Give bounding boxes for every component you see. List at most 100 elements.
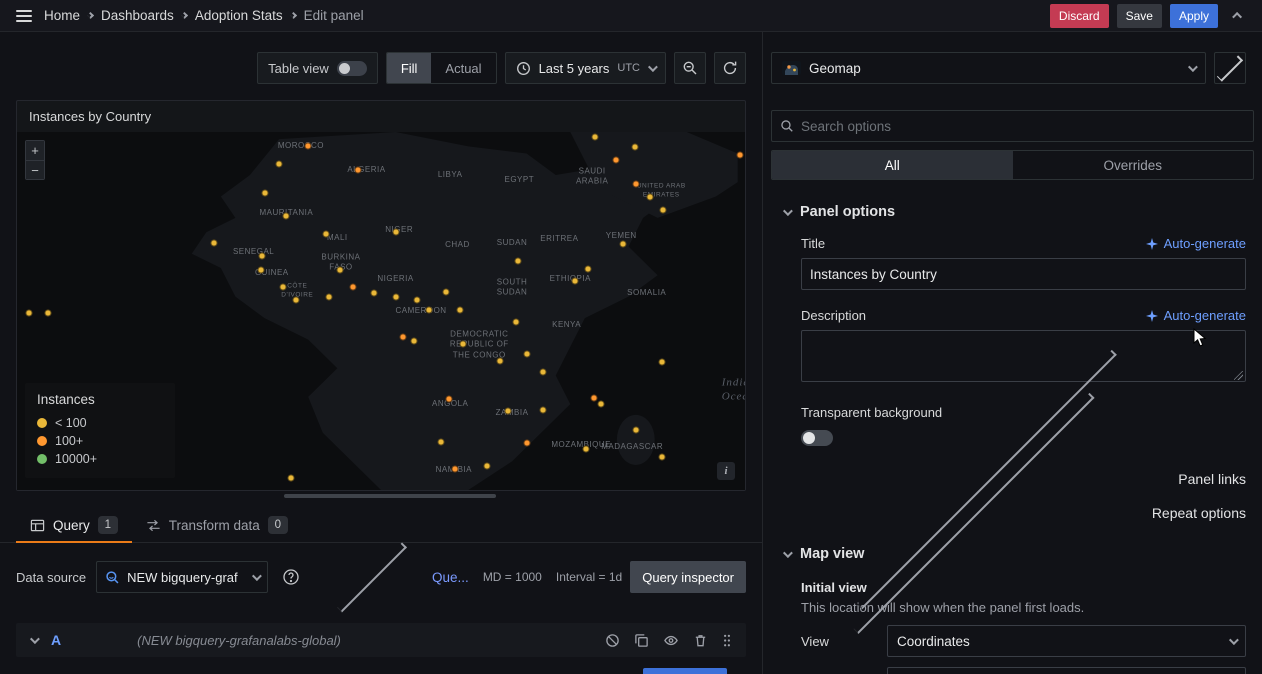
map-marker bbox=[392, 294, 399, 301]
map-marker bbox=[426, 306, 433, 313]
legend-swatch bbox=[37, 436, 47, 446]
latitude-input[interactable] bbox=[887, 667, 1246, 674]
map-marker bbox=[504, 407, 511, 414]
panel-title-input[interactable] bbox=[801, 258, 1246, 290]
zoom-out-time-button[interactable] bbox=[674, 52, 706, 84]
map-marker bbox=[539, 407, 546, 414]
map-view-header[interactable]: Map view bbox=[763, 540, 1262, 568]
breadcrumb-separator-icon bbox=[87, 12, 94, 19]
editor-tabs: Query 1 Transform data 0 bbox=[0, 508, 762, 543]
map-marker bbox=[456, 306, 463, 313]
horizontal-scrollbar bbox=[16, 494, 746, 498]
fill-button[interactable]: Fill bbox=[387, 53, 432, 83]
discard-button[interactable]: Discard bbox=[1050, 4, 1109, 28]
options-search-input[interactable] bbox=[801, 119, 1245, 134]
table-view-switch[interactable] bbox=[337, 61, 367, 76]
map-marker bbox=[25, 310, 32, 317]
breadcrumb-dashboard-name[interactable]: Adoption Stats bbox=[195, 8, 283, 23]
tab-all[interactable]: All bbox=[772, 151, 1013, 179]
datasource-picker[interactable]: NEW bigquery-graf bbox=[96, 561, 268, 593]
view-select-value: Coordinates bbox=[897, 634, 1221, 649]
query-options-collapse[interactable]: Que... MD = 1000 Interval = 1d bbox=[314, 570, 622, 585]
drag-handle-icon[interactable] bbox=[722, 633, 732, 648]
datasource-label: Data source bbox=[16, 570, 86, 585]
duplicate-query-icon[interactable] bbox=[634, 633, 649, 648]
view-select[interactable]: Coordinates bbox=[887, 625, 1246, 657]
menu-icon[interactable] bbox=[16, 10, 32, 22]
map-marker bbox=[484, 463, 491, 470]
max-data-points: MD = 1000 bbox=[483, 570, 542, 584]
tab-overrides[interactable]: Overrides bbox=[1013, 151, 1254, 179]
map-marker bbox=[399, 334, 406, 341]
query-ref-id[interactable]: A bbox=[51, 632, 61, 648]
legend-item: 100+ bbox=[37, 432, 163, 450]
table-view-label: Table view bbox=[268, 61, 329, 76]
map-marker bbox=[540, 368, 547, 375]
map-marker bbox=[261, 189, 268, 196]
legend-label: 100+ bbox=[55, 434, 83, 448]
map-marker bbox=[523, 350, 530, 357]
refresh-button[interactable] bbox=[714, 52, 746, 84]
map-attribution-info-button[interactable]: i bbox=[717, 462, 735, 480]
collapse-options-pane-button[interactable] bbox=[1214, 52, 1246, 84]
map-marker bbox=[513, 319, 520, 326]
chevron-right-icon bbox=[1217, 55, 1243, 81]
time-range-picker[interactable]: Last 5 years UTC bbox=[505, 52, 666, 84]
hide-response-icon[interactable] bbox=[663, 633, 679, 648]
run-query-button-partial[interactable] bbox=[643, 668, 727, 674]
map-zoom-out-button[interactable]: − bbox=[26, 160, 44, 179]
map-marker bbox=[323, 231, 330, 238]
search-icon bbox=[780, 119, 794, 133]
map-marker bbox=[258, 252, 265, 259]
title-auto-generate-link[interactable]: Auto-generate bbox=[1146, 236, 1246, 251]
map-marker bbox=[292, 296, 299, 303]
delete-query-icon[interactable] bbox=[693, 633, 708, 648]
map-marker bbox=[257, 266, 264, 273]
query-inspector-button[interactable]: Query inspector bbox=[630, 561, 746, 593]
map-zoom-in-button[interactable]: + bbox=[26, 141, 44, 160]
disable-query-icon[interactable] bbox=[605, 633, 620, 648]
breadcrumb: Home Dashboards Adoption Stats Edit pane… bbox=[44, 8, 364, 23]
query-row-actions bbox=[605, 633, 732, 648]
map-marker bbox=[392, 228, 399, 235]
description-auto-generate-link[interactable]: Auto-generate bbox=[1146, 308, 1246, 323]
repeat-options-collapse[interactable]: Repeat options bbox=[801, 496, 1246, 530]
collapse-query-icon[interactable] bbox=[30, 634, 40, 644]
map-marker bbox=[442, 289, 449, 296]
map-marker bbox=[523, 440, 530, 447]
map-marker bbox=[496, 358, 503, 365]
visualization-select[interactable]: Geomap bbox=[771, 52, 1206, 84]
scrollbar-thumb[interactable] bbox=[284, 494, 496, 498]
panel-description-textarea[interactable] bbox=[801, 330, 1246, 382]
datasource-help-button[interactable] bbox=[276, 562, 306, 592]
view-label: View bbox=[801, 634, 887, 649]
section-map-view: Map view Initial view This location will… bbox=[763, 540, 1262, 674]
legend-label: 10000+ bbox=[55, 452, 97, 466]
geomap-canvas[interactable]: MOROCCOALGERIALIBYAEGYPTSAUDI ARABIAUNIT… bbox=[17, 132, 745, 490]
apply-button[interactable]: Apply bbox=[1170, 4, 1218, 28]
tab-query[interactable]: Query 1 bbox=[16, 508, 132, 542]
map-marker bbox=[336, 267, 343, 274]
transparent-background-toggle[interactable] bbox=[801, 430, 833, 446]
interval: Interval = 1d bbox=[556, 570, 622, 584]
map-marker bbox=[279, 284, 286, 291]
description-label: Description bbox=[801, 308, 866, 323]
tab-transform-label: Transform data bbox=[169, 518, 260, 533]
tab-transform-data[interactable]: Transform data 0 bbox=[132, 508, 302, 542]
map-marker bbox=[414, 296, 421, 303]
save-button[interactable]: Save bbox=[1117, 4, 1162, 28]
collapse-nav-icon[interactable] bbox=[1226, 4, 1250, 28]
query-toolbar: Data source NEW bigquery-graf Que... MD … bbox=[16, 561, 746, 593]
map-marker bbox=[44, 310, 51, 317]
panel-options-header[interactable]: Panel options bbox=[763, 198, 1262, 226]
actual-button[interactable]: Actual bbox=[431, 53, 495, 83]
breadcrumb-dashboards[interactable]: Dashboards bbox=[101, 8, 174, 23]
bigquery-datasource-icon bbox=[105, 570, 120, 585]
table-view-toggle[interactable]: Table view bbox=[257, 52, 378, 84]
time-range-label: Last 5 years bbox=[539, 61, 610, 76]
map-marker bbox=[370, 290, 377, 297]
map-marker bbox=[659, 454, 666, 461]
breadcrumb-home[interactable]: Home bbox=[44, 8, 80, 23]
legend-swatch bbox=[37, 418, 47, 428]
legend-item: < 100 bbox=[37, 414, 163, 432]
